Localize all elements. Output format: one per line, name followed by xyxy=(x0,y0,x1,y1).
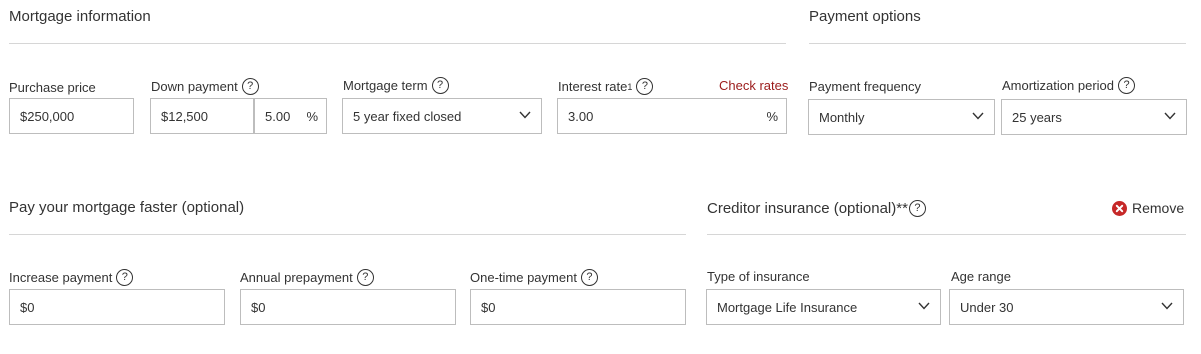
help-circle-icon[interactable]: ? xyxy=(431,77,449,94)
increase-payment-label-text: Increase payment xyxy=(9,270,113,285)
mortgage-term-label: Mortgage term ? xyxy=(343,76,449,95)
help-circle-icon[interactable]: ? xyxy=(636,78,654,95)
increase-payment-input[interactable]: $0 xyxy=(9,289,225,325)
help-circle-icon[interactable]: ? xyxy=(116,269,134,286)
chevron-down-icon xyxy=(1161,302,1173,310)
creditor-insurance-asterisks: ** xyxy=(896,200,908,217)
pay-faster-divider xyxy=(9,234,686,235)
help-circle-icon[interactable]: ? xyxy=(241,78,259,95)
annual-prepayment-label: Annual prepayment ? xyxy=(240,268,374,287)
chevron-down-icon xyxy=(1164,112,1176,120)
amortization-label: Amortization period ? xyxy=(1002,76,1135,95)
purchase-price-value: $250,000 xyxy=(20,108,75,124)
down-payment-percent-input[interactable]: 5.00 % xyxy=(254,98,327,134)
remove-label: Remove xyxy=(1132,200,1185,216)
one-time-payment-input[interactable]: $0 xyxy=(470,289,686,325)
amortization-select[interactable]: 25 years xyxy=(1001,99,1187,135)
down-payment-input[interactable]: $12,500 xyxy=(150,98,254,134)
amortization-label-text: Amortization period xyxy=(1002,78,1114,93)
age-range-selected: Under 30 xyxy=(960,299,1014,315)
creditor-insurance-title-text: Creditor insurance (optional) xyxy=(707,200,897,217)
mortgage-term-selected: 5 year fixed closed xyxy=(353,108,462,124)
insurance-type-label-text: Type of insurance xyxy=(707,269,810,284)
mortgage-section-title: Mortgage information xyxy=(9,8,151,25)
remove-insurance-button[interactable]: Remove xyxy=(1112,200,1184,216)
increase-payment-label: Increase payment ? xyxy=(9,268,134,287)
creditor-insurance-title: Creditor insurance (optional) ** ? xyxy=(707,200,926,217)
down-payment-percent-value: 5.00 xyxy=(265,108,291,124)
payment-frequency-select[interactable]: Monthly xyxy=(808,99,995,135)
interest-rate-value: 3.00 xyxy=(568,108,594,124)
increase-payment-value: $0 xyxy=(20,299,35,315)
down-payment-label: Down payment ? xyxy=(151,77,259,96)
pay-faster-title: Pay your mortgage faster (optional) xyxy=(9,199,245,216)
purchase-price-input[interactable]: $250,000 xyxy=(9,98,134,134)
one-time-payment-label: One-time payment ? xyxy=(470,268,598,287)
payment-frequency-label: Payment frequency xyxy=(809,77,921,96)
chevron-down-icon xyxy=(972,112,984,120)
purchase-price-label: Purchase price xyxy=(9,78,96,96)
annual-prepayment-value: $0 xyxy=(251,299,266,315)
mortgage-term-select[interactable]: 5 year fixed closed xyxy=(342,98,542,134)
age-range-select[interactable]: Under 30 xyxy=(949,289,1184,325)
insurance-type-select[interactable]: Mortgage Life Insurance xyxy=(706,289,941,325)
age-range-label: Age range xyxy=(951,267,1011,286)
x-circle-icon xyxy=(1112,200,1127,216)
payment-options-title: Payment options xyxy=(809,8,921,25)
help-circle-icon[interactable]: ? xyxy=(580,269,598,286)
annual-prepayment-input[interactable]: $0 xyxy=(240,289,456,325)
insurance-type-selected: Mortgage Life Insurance xyxy=(717,299,858,315)
one-time-payment-value: $0 xyxy=(481,299,496,315)
help-circle-icon[interactable]: ? xyxy=(356,269,374,286)
creditor-insurance-divider xyxy=(707,234,1186,235)
down-payment-value: $12,500 xyxy=(161,108,208,124)
mortgage-term-label-text: Mortgage term xyxy=(343,78,428,93)
help-circle-icon[interactable]: ? xyxy=(1118,77,1135,94)
purchase-price-label-text: Purchase price xyxy=(9,79,96,95)
percent-unit: % xyxy=(306,108,318,124)
interest-rate-unit: % xyxy=(766,108,778,124)
chevron-down-icon xyxy=(918,302,930,310)
annual-prepayment-label-text: Annual prepayment xyxy=(240,270,353,285)
chevron-down-icon xyxy=(519,111,531,119)
help-circle-icon[interactable]: ? xyxy=(908,200,926,217)
check-rates-link[interactable]: Check rates xyxy=(719,78,788,93)
one-time-payment-label-text: One-time payment xyxy=(470,270,577,285)
mortgage-divider xyxy=(9,43,786,44)
interest-rate-input[interactable]: 3.00 % xyxy=(557,98,787,134)
amortization-selected: 25 years xyxy=(1012,109,1062,125)
interest-rate-label-text: Interest rate xyxy=(558,79,628,94)
payment-frequency-label-text: Payment frequency xyxy=(809,79,922,94)
payment-frequency-selected: Monthly xyxy=(819,109,865,125)
payment-options-divider xyxy=(809,43,1186,44)
insurance-type-label: Type of insurance xyxy=(707,267,810,286)
interest-rate-label: Interest rate 1 ? xyxy=(558,77,654,96)
down-payment-label-text: Down payment xyxy=(151,79,238,94)
age-range-label-text: Age range xyxy=(951,269,1011,284)
